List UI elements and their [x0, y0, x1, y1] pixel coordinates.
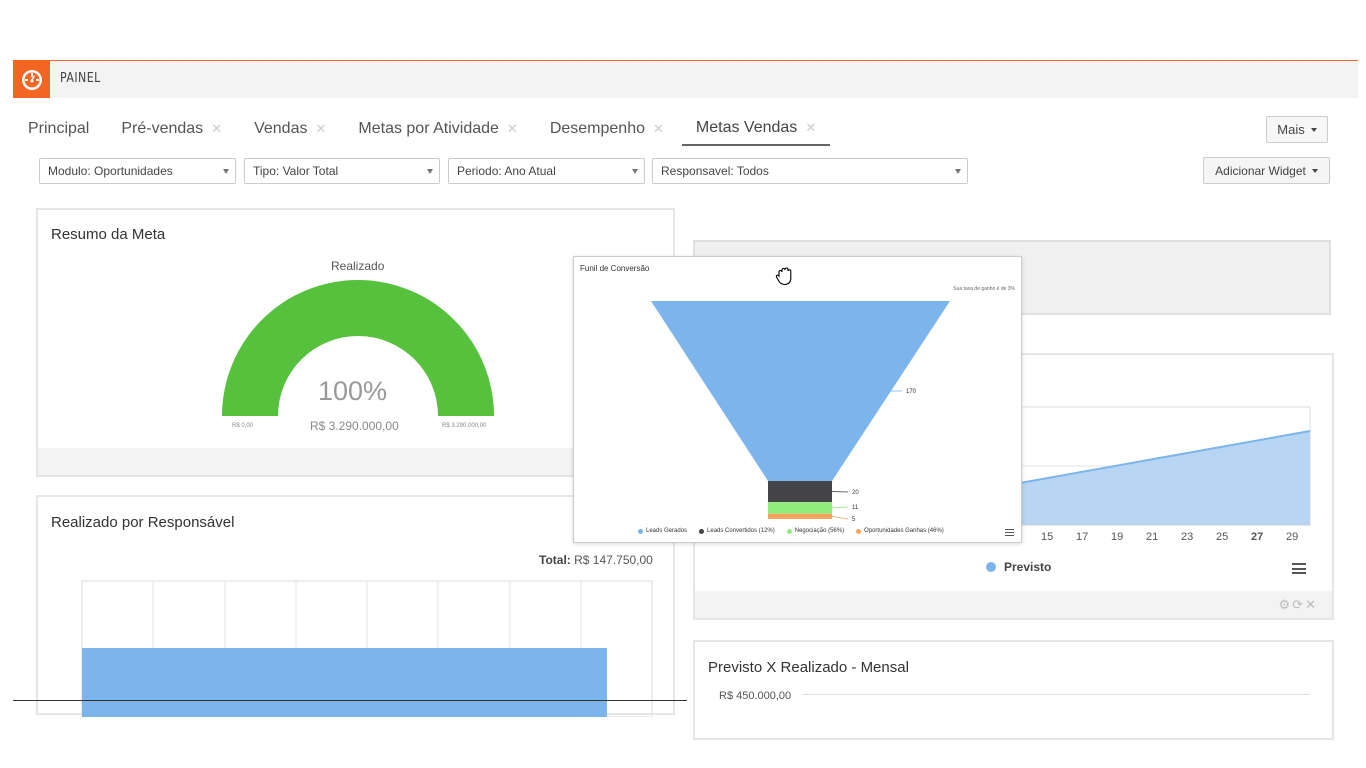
- tab-vendas[interactable]: Vendas ✕: [254, 112, 326, 146]
- x-tick: 17: [1076, 531, 1089, 543]
- mais-label: Mais: [1277, 122, 1305, 137]
- tab-pre-vendas[interactable]: Pré-vendas ✕: [121, 112, 222, 146]
- tab-label: Metas Vendas: [695, 119, 798, 136]
- funnel-stage[interactable]: [768, 481, 832, 503]
- select-value: Periodo: Ano Atual: [457, 164, 556, 178]
- funnel-legend: Leads Gerados Leads Convertidos (12%) Ne…: [638, 528, 944, 534]
- divider: [13, 700, 687, 701]
- caret-down-icon: [1310, 127, 1317, 132]
- select-value: Modulo: Oportunidades: [48, 164, 173, 178]
- widget-title: Previsto X Realizado - Mensal: [708, 659, 909, 676]
- close-icon[interactable]: ✕: [653, 121, 664, 137]
- widget-actions-icons[interactable]: ⚙⟳✕: [1279, 597, 1318, 613]
- tab-label: Metas por Atividade: [358, 120, 499, 137]
- tab-label: Principal: [28, 120, 90, 137]
- legend-label: Leads Convertidos (12%): [707, 528, 775, 534]
- periodo-select[interactable]: Periodo: Ano Atual: [448, 158, 645, 184]
- select-value: Tipo: Valor Total: [253, 164, 339, 178]
- select-value: Responsavel: Todos: [661, 164, 769, 178]
- dropdown-arrow-icon: [427, 169, 433, 174]
- x-tick: 21: [1146, 531, 1159, 543]
- add-widget-label: Adicionar Widget: [1215, 163, 1306, 178]
- tab-label: Vendas: [254, 120, 308, 137]
- tab-metas-por-atividade[interactable]: Metas por Atividade ✕: [358, 112, 517, 146]
- legend-label: Negociação (56%): [794, 528, 845, 534]
- gauge-min: R$ 0,00: [232, 423, 254, 429]
- x-tick: 25: [1216, 531, 1229, 543]
- y-tick: R$ 450.000,00: [719, 690, 792, 702]
- tab-principal[interactable]: Principal: [28, 112, 89, 146]
- tab-label: Desempenho: [549, 120, 645, 137]
- legend-label: Previsto: [1004, 560, 1052, 574]
- grab-cursor-icon: [775, 267, 792, 286]
- tab-desempenho[interactable]: Desempenho ✕: [550, 112, 664, 146]
- legend-marker: [638, 528, 643, 534]
- modulo-select[interactable]: Modulo: Oportunidades: [39, 158, 236, 184]
- legend-item[interactable]: Leads Convertidos (12%): [699, 528, 775, 534]
- funnel-chart: 170 20 11 5: [651, 301, 950, 523]
- previsto-area: [1020, 431, 1310, 525]
- legend-label: Leads Gerados: [646, 528, 688, 534]
- data-label: 170: [906, 389, 917, 395]
- x-tick: 27: [1251, 531, 1264, 543]
- tipo-select[interactable]: Tipo: Valor Total: [244, 158, 440, 184]
- legend-previsto[interactable]: Previsto: [986, 560, 1051, 574]
- close-icon[interactable]: ✕: [211, 121, 222, 137]
- funnel-stage[interactable]: [768, 513, 832, 519]
- dropdown-arrow-icon: [632, 169, 638, 174]
- tab-label: Pré-vendas: [121, 120, 204, 137]
- chart-menu-icon[interactable]: [1005, 529, 1014, 536]
- x-tick: 29: [1286, 531, 1299, 543]
- legend-item[interactable]: Oportunidades Ganhas (46%): [856, 528, 944, 534]
- dropdown-arrow-icon: [955, 169, 961, 174]
- close-icon[interactable]: ✕: [805, 120, 816, 136]
- close-icon[interactable]: ✕: [315, 121, 326, 137]
- chart-menu-icon[interactable]: [1292, 563, 1306, 574]
- data-label: 11: [852, 505, 859, 511]
- legend-marker: [856, 528, 862, 534]
- legend-item[interactable]: Negociação (56%): [786, 528, 845, 534]
- funnel-stage[interactable]: [768, 502, 832, 514]
- responsavel-bar[interactable]: [82, 648, 607, 717]
- funil-conversao-widget[interactable]: Funil de Conversão Sua taxa de ganho é d…: [573, 256, 1022, 543]
- gauge-percent: 100%: [318, 376, 388, 406]
- tab-bar: Principal Pré-vendas ✕ Vendas ✕ Metas por …: [28, 112, 862, 148]
- legend-marker: [699, 528, 705, 534]
- widget-footer: ⚙⟳✕: [695, 591, 1332, 618]
- legend-label: Oportunidades Ganhas (46%): [864, 528, 944, 534]
- dropdown-arrow-icon: [223, 169, 229, 174]
- gauge-value: R$ 3.290.000,00: [310, 419, 399, 433]
- legend-marker: [986, 562, 996, 572]
- data-label-connector: [831, 506, 849, 509]
- data-label: 20: [852, 490, 859, 496]
- x-tick: 15: [1041, 531, 1054, 543]
- grid-line: [803, 694, 1310, 695]
- top-header: PAINEL: [13, 60, 1358, 98]
- tab-metas-vendas[interactable]: Metas Vendas ✕: [681, 112, 831, 146]
- app-root: PAINEL Principal Pré-vendas ✕ Vendas ✕ Met…: [0, 0, 1366, 768]
- add-widget-button[interactable]: Adicionar Widget: [1203, 157, 1330, 184]
- page-title: PAINEL: [60, 71, 101, 86]
- gauge-max: R$ 3.290.000,00: [442, 423, 487, 429]
- previsto-realizado-mensal-widget: Previsto X Realizado - Mensal R$ 450.000…: [693, 640, 1334, 740]
- responsavel-select[interactable]: Responsavel: Todos: [652, 158, 968, 184]
- dashboard-gauge-icon[interactable]: [13, 61, 50, 98]
- x-tick: 19: [1111, 531, 1124, 543]
- data-label: 5: [852, 517, 856, 523]
- caret-down-icon: [1311, 168, 1318, 173]
- mais-button[interactable]: Mais: [1266, 116, 1328, 143]
- x-tick: 23: [1181, 531, 1194, 543]
- legend-item[interactable]: Leads Gerados: [638, 528, 687, 534]
- data-label-connector: [831, 515, 849, 520]
- close-icon[interactable]: ✕: [507, 121, 518, 137]
- legend-marker: [786, 528, 792, 534]
